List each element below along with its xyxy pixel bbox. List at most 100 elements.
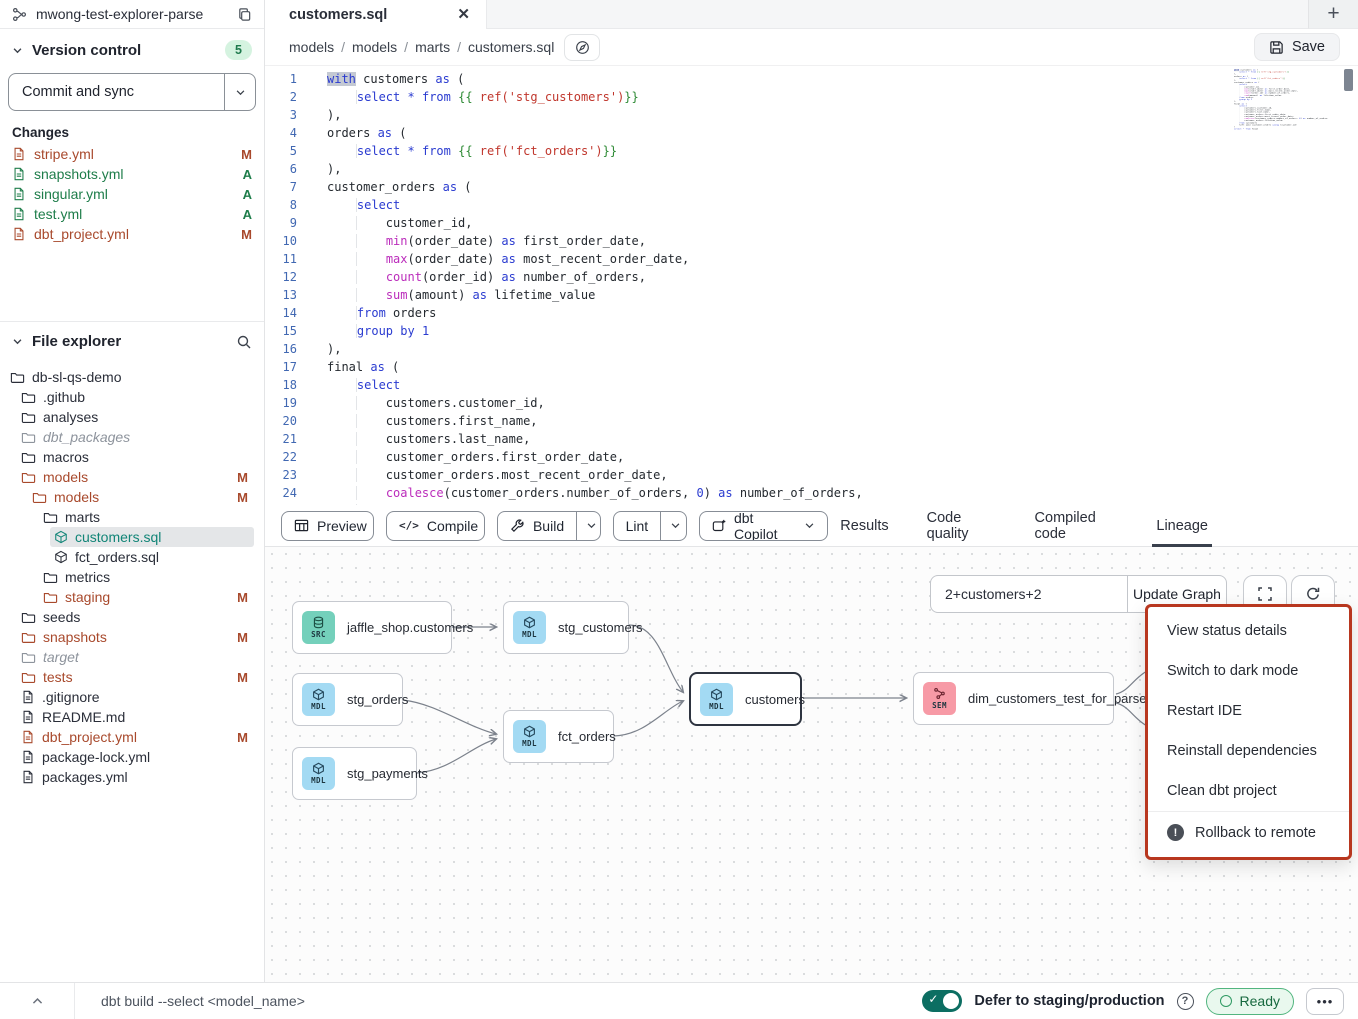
file-icon (21, 730, 35, 744)
lineage-canvas[interactable]: SRCjaffle_shop.customers MDLstg_customers… (265, 547, 1358, 982)
lineage-selector-input[interactable] (930, 575, 1128, 613)
lineage-node-stg_customers[interactable]: MDLstg_customers (503, 601, 629, 654)
breadcrumb-item[interactable]: models (289, 39, 334, 55)
breadcrumb-item[interactable]: models (352, 39, 397, 55)
file-explorer-header[interactable]: File explorer (0, 322, 264, 359)
sem-badge: SEM (923, 682, 956, 715)
fullscreen-icon (1257, 586, 1273, 602)
tree-item-target[interactable]: target (0, 647, 264, 667)
tree-item-customers-sql[interactable]: customers.sql (0, 527, 264, 547)
lint-button[interactable]: Lint (614, 512, 661, 540)
menu-item-restart-ide[interactable]: Restart IDE (1148, 691, 1349, 731)
save-button[interactable]: Save (1254, 33, 1340, 61)
menu-item-view-status-details[interactable]: View status details (1148, 611, 1349, 651)
commit-and-sync-button[interactable]: Commit and sync (8, 73, 256, 111)
scrollbar-thumb[interactable] (1344, 69, 1353, 91)
tab-lineage[interactable]: Lineage (1156, 505, 1208, 546)
breadcrumb-item[interactable]: marts (415, 39, 450, 55)
save-icon (1269, 40, 1284, 55)
status-ready-badge[interactable]: Ready (1206, 988, 1294, 1015)
change-item[interactable]: stripe.ymlM (0, 144, 264, 164)
menu-item-switch-to-dark-mode[interactable]: Switch to dark mode (1148, 651, 1349, 691)
build-button-group: Build (497, 511, 601, 541)
change-file-name: test.yml (34, 206, 82, 222)
lineage-node-stg_orders[interactable]: MDLstg_orders (292, 673, 403, 726)
tab-code-quality[interactable]: Code quality (927, 505, 997, 546)
tab-compiled-code[interactable]: Compiled code (1035, 505, 1119, 546)
tab-customers-sql[interactable]: customers.sql ✕ (265, 0, 487, 29)
tree-item-models[interactable]: modelsM (0, 467, 264, 487)
close-icon[interactable]: ✕ (457, 7, 470, 22)
change-item[interactable]: singular.ymlA (0, 184, 264, 204)
new-tab-button[interactable]: + (1308, 0, 1358, 29)
help-icon[interactable]: ? (1177, 993, 1194, 1010)
tree-item-dbt-packages[interactable]: dbt_packages (0, 427, 264, 447)
tree-item-readme-md[interactable]: README.md (0, 707, 264, 727)
minimap[interactable]: with customers as ( select * from {{ ref… (1234, 69, 1336, 139)
change-item[interactable]: test.yml A (0, 204, 264, 224)
code-line: customer_orders.most_recent_order_date, (327, 466, 1358, 484)
breadcrumb-row: models/models/marts/customers.sql Save (265, 29, 1358, 65)
tree-item-tests[interactable]: testsM (0, 667, 264, 687)
tree-item-package-lock-yml[interactable]: package-lock.yml (0, 747, 264, 767)
collapse-panel-button[interactable] (0, 983, 75, 1019)
copy-icon[interactable] (237, 7, 252, 22)
change-item[interactable]: snapshots.ymlA (0, 164, 264, 184)
change-status: A (243, 207, 252, 222)
tree-item-fct-orders-sql[interactable]: fct_orders.sql (0, 547, 264, 567)
line-number: 14 (265, 304, 297, 322)
code-line: from orders (327, 304, 1358, 322)
compile-button[interactable]: </>Compile (386, 511, 485, 541)
preview-button[interactable]: Preview (281, 511, 374, 541)
defer-toggle[interactable]: ✓ (922, 990, 962, 1012)
build-options-dropdown[interactable] (576, 512, 600, 540)
change-item[interactable]: dbt_project.ymlM (0, 224, 264, 244)
folder-icon (21, 450, 36, 465)
tree-item--gitignore[interactable]: .gitignore (0, 687, 264, 707)
tree-item-db-sl-qs-demo[interactable]: db-sl-qs-demo (0, 367, 264, 387)
tab-results[interactable]: Results (840, 505, 888, 546)
commit-and-sync-label[interactable]: Commit and sync (9, 74, 224, 110)
tree-item-dbt-project-yml[interactable]: dbt_project.ymlM (0, 727, 264, 747)
menu-item-rollback-to-remote[interactable]: !Rollback to remote (1148, 811, 1349, 853)
lineage-node-jaffle_shop.customers[interactable]: SRCjaffle_shop.customers (292, 601, 452, 654)
file-explorer-title: File explorer (32, 333, 121, 350)
commit-options-dropdown[interactable] (224, 74, 255, 110)
folder-icon (10, 370, 25, 385)
lineage-node-dim_customers_test_for_parse[interactable]: SEMdim_customers_test_for_parse (913, 672, 1114, 725)
tree-item-seeds[interactable]: seeds (0, 607, 264, 627)
tree-item-metrics[interactable]: metrics (0, 567, 264, 587)
command-prompt[interactable]: dbt build --select <model_name> (75, 993, 305, 1009)
editor-toolbar: Preview </>Compile Build Lint db (265, 505, 1358, 547)
tree-item-analyses[interactable]: analyses (0, 407, 264, 427)
chevron-down-icon (12, 45, 23, 56)
menu-item-reinstall-dependencies[interactable]: Reinstall dependencies (1148, 731, 1349, 771)
breadcrumb-item[interactable]: customers.sql (468, 39, 554, 55)
lint-button-group: Lint (613, 511, 687, 541)
version-control-header[interactable]: Version control 5 (0, 29, 264, 69)
menu-item-clean-dbt-project[interactable]: Clean dbt project (1148, 771, 1349, 811)
tree-item-packages-yml[interactable]: packages.yml (0, 767, 264, 787)
line-number: 12 (265, 268, 297, 286)
lint-options-dropdown[interactable] (660, 512, 686, 540)
lineage-node-customers[interactable]: MDLcustomers (689, 672, 802, 726)
changes-label: Changes (0, 123, 264, 144)
search-icon[interactable] (236, 334, 252, 350)
lineage-node-stg_payments[interactable]: MDLstg_payments (292, 747, 417, 800)
dbt-copilot-button[interactable]: dbt Copilot (699, 511, 829, 541)
tree-item-models[interactable]: modelsM (0, 487, 264, 507)
folder-icon (21, 470, 36, 485)
lineage-node-fct_orders[interactable]: MDLfct_orders (503, 710, 614, 763)
tree-item-staging[interactable]: stagingM (0, 587, 264, 607)
code-editor[interactable]: with customers as ( select * from {{ ref… (311, 70, 1358, 505)
explore-lineage-button[interactable] (564, 34, 600, 61)
build-button[interactable]: Build (498, 512, 576, 540)
tree-item-macros[interactable]: macros (0, 447, 264, 467)
tree-item-marts[interactable]: marts (0, 507, 264, 527)
more-options-button[interactable]: ••• (1306, 988, 1344, 1015)
line-number: 22 (265, 448, 297, 466)
code-line: min(order_date) as first_order_date, (327, 232, 1358, 250)
tree-item-snapshots[interactable]: snapshotsM (0, 627, 264, 647)
tree-item--github[interactable]: .github (0, 387, 264, 407)
tree-item-label: models (54, 489, 99, 505)
